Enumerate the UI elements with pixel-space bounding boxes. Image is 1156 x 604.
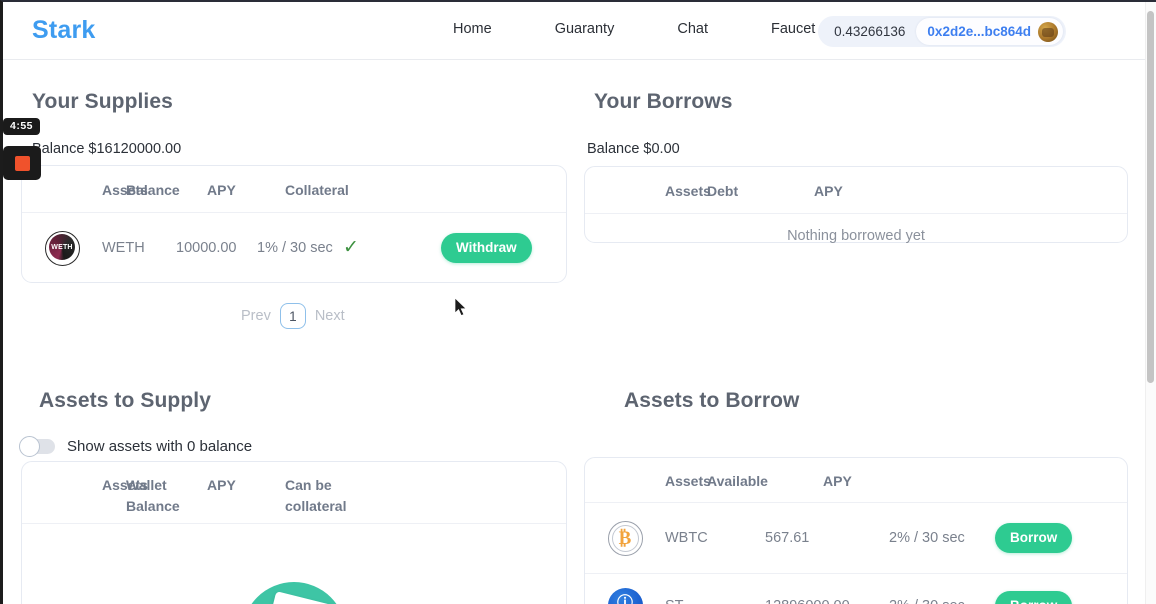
page-scrollbar[interactable] (1145, 2, 1156, 604)
supplies-col-collateral: Collateral (285, 182, 349, 198)
supply-assets-empty-area (22, 524, 566, 604)
supplies-balance: Balance $16120000.00 (32, 141, 182, 157)
borrow-cell-apy: 2% / 30 sec (889, 530, 965, 546)
supplies-col-balance: Balance (126, 182, 180, 198)
wallet-address-text: 0x2d2e...bc864d (927, 24, 1031, 39)
table-row: WETH WETH 10000.00 1% / 30 sec ✓ Withdra… (22, 213, 566, 283)
wbtc-coin-icon: ₿ (607, 520, 643, 556)
app-viewport: Stark Home Guaranty Chat Faucet 0.432661… (0, 0, 1156, 604)
wbtc-coin-glyph: ₿ (618, 527, 632, 549)
borrow-cell-available: 12896000.00 (765, 598, 889, 604)
show-zero-balance-toggle[interactable] (19, 436, 55, 457)
your-borrows-card: Assets Debt APY Nothing borrowed yet (584, 166, 1128, 244)
supply-assets-col-apy: APY (207, 477, 236, 493)
supply-assets-col-can-be-collateral: Can be collateral (285, 477, 347, 514)
assets-to-borrow-title: Assets to Borrow (624, 389, 800, 412)
scrollbar-thumb[interactable] (1147, 11, 1154, 383)
nav-item-chat[interactable]: Chat (677, 21, 708, 37)
supplies-cell-apy: 1% / 30 sec (257, 240, 333, 256)
weth-coin-icon-label: WETH (51, 243, 73, 251)
brand-logo[interactable]: Stark (32, 16, 96, 45)
pagination-page-1[interactable]: 1 (279, 303, 306, 329)
supply-assets-col-assets: Assets (102, 477, 148, 493)
your-supplies-card: Assets Balance APY Collateral WETH WETH … (21, 165, 567, 283)
borrow-cell-apy: 2% / 30 sec (889, 598, 995, 604)
borrows-empty-message: Nothing borrowed yet (787, 228, 925, 244)
your-supplies-title: Your Supplies (32, 90, 173, 113)
top-navigation-bar: Stark Home Guaranty Chat Faucet 0.432661… (3, 2, 1148, 60)
assets-to-borrow-card: Assets Available APY ₿ WBTC 567.61 2% / … (584, 457, 1128, 604)
table-row: ⓘ ST 12896000.00 2% / 30 sec Borrow (585, 573, 1127, 604)
collateral-check-icon: ✓ (343, 237, 359, 258)
toggle-knob (19, 436, 40, 457)
your-borrows-title: Your Borrows (594, 90, 733, 113)
illustration-sheet (257, 591, 341, 604)
mouse-cursor (455, 298, 467, 317)
empty-state-illustration (242, 582, 346, 604)
show-zero-balance-toggle-wrap: Show assets with 0 balance (19, 436, 253, 457)
borrow-cell-asset: ST (665, 598, 765, 604)
supply-assets-table-header: Assets Wallet Balance APY Can be collate… (22, 462, 566, 524)
borrow-assets-col-apy: APY (823, 473, 852, 489)
assets-to-supply-title: Assets to Supply (39, 389, 211, 412)
borrow-cell-asset: WBTC (665, 530, 708, 546)
wallet-pill[interactable]: 0.43266136 0x2d2e...bc864d (818, 16, 1066, 47)
recording-timer: 4:55 (3, 118, 41, 135)
withdraw-button[interactable]: Withdraw (441, 233, 532, 263)
show-zero-balance-label: Show assets with 0 balance (67, 438, 253, 455)
nav-item-faucet[interactable]: Faucet (771, 21, 815, 37)
borrows-balance: Balance $0.00 (587, 141, 680, 157)
borrows-col-debt: Debt (707, 183, 739, 199)
borrow-assets-col-available: Available (707, 473, 768, 489)
borrows-col-assets: Assets (665, 183, 711, 199)
borrow-button[interactable]: Borrow (995, 590, 1073, 604)
borrows-table-header: Assets Debt APY (585, 167, 1127, 214)
supplies-cell-balance: 10000.00 (176, 240, 237, 256)
pagination-prev[interactable]: Prev (241, 308, 271, 324)
stop-recording-icon[interactable] (3, 146, 41, 180)
weth-coin-icon: WETH (44, 230, 80, 266)
wallet-address-button[interactable]: 0x2d2e...bc864d (916, 18, 1063, 45)
nav-item-guaranty[interactable]: Guaranty (555, 21, 615, 37)
table-row: ₿ WBTC 567.61 2% / 30 sec Borrow (585, 503, 1127, 573)
nav-item-home[interactable]: Home (453, 21, 492, 37)
st-coin-glyph: ⓘ (616, 595, 633, 604)
borrow-assets-table-header: Assets Available APY (585, 458, 1127, 503)
supplies-pagination: Prev 1 Next (241, 303, 345, 329)
borrows-col-apy: APY (814, 183, 843, 199)
borrow-cell-available: 567.61 (765, 530, 810, 546)
supplies-col-assets: Assets (102, 182, 148, 198)
wallet-avatar-icon (1038, 21, 1058, 42)
st-coin-icon: ⓘ (607, 588, 643, 604)
supplies-cell-asset: WETH (102, 240, 145, 256)
borrow-assets-col-assets: Assets (665, 473, 711, 489)
pagination-next[interactable]: Next (315, 308, 345, 324)
assets-to-supply-card: Assets Wallet Balance APY Can be collate… (21, 461, 567, 604)
main-nav: Home Guaranty Chat Faucet (453, 21, 815, 37)
supplies-table-header: Assets Balance APY Collateral (22, 166, 566, 213)
supplies-col-apy: APY (207, 182, 236, 198)
wallet-balance: 0.43266136 (834, 24, 906, 39)
borrow-button[interactable]: Borrow (995, 523, 1073, 553)
supply-assets-col-wallet-balance: Wallet Balance (126, 477, 180, 514)
